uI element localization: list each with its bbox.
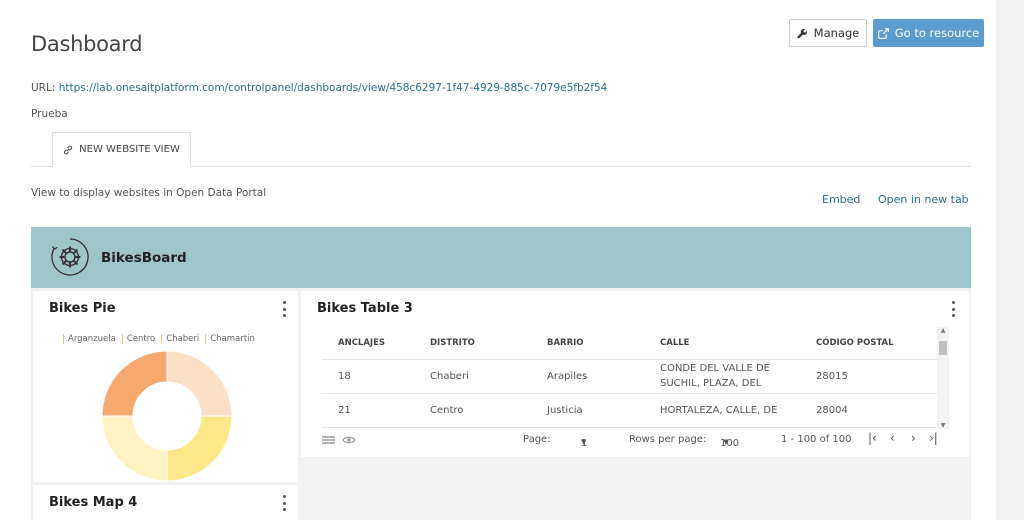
table-row[interactable]: 21 Centro Justicia HORTALEZA, CALLE, DE …: [322, 393, 937, 428]
go-to-resource-label: Go to resource: [894, 26, 980, 40]
cell-codigo-postal: 28015: [800, 359, 937, 394]
pie-title: Bikes Pie: [49, 301, 116, 316]
dashboard-header: BikesBoard: [31, 227, 971, 288]
external-link-icon: [877, 27, 889, 39]
cell-barrio: Arapiles: [531, 359, 644, 394]
table-scrollbar[interactable]: ▲ ▼: [937, 327, 949, 429]
rows-per-page-label: Rows per page:: [629, 434, 707, 445]
column-header[interactable]: CALLE: [644, 327, 800, 360]
scroll-thumb[interactable]: [939, 341, 947, 355]
dashboard-title: BikesBoard: [101, 250, 187, 266]
cell-distrito: Chaberi: [414, 359, 531, 394]
bikes-table-card: Bikes Table 3 ANCLAJES DISTRITO BARRIO C…: [301, 291, 969, 457]
bikes-map-card: Bikes Map 4: [33, 485, 298, 520]
legend-item[interactable]: Chamartin: [205, 334, 255, 344]
view-description: View to display websites in Open Data Po…: [31, 187, 267, 199]
cell-calle: CONDE DEL VALLE DE SUCHIL, PLAZA, DEL: [644, 359, 800, 394]
eye-icon[interactable]: [342, 435, 356, 445]
url-line: URL: https://lab.onesaitplatform.com/con…: [31, 82, 607, 94]
tab-bar: NEW WEBSITE VIEW: [31, 132, 971, 167]
column-header[interactable]: CÓDIGO POSTAL: [800, 327, 937, 360]
legend-item[interactable]: Centro: [121, 334, 155, 344]
main-panel: Dashboard Manage Go to resource URL: htt…: [0, 0, 996, 520]
dashboard-url-link[interactable]: https://lab.onesaitplatform.com/controlp…: [59, 82, 608, 94]
pie-options-icon[interactable]: [279, 301, 289, 317]
table-options-icon[interactable]: [948, 301, 958, 317]
data-table: ANCLAJES DISTRITO BARRIO CALLE CÓDIGO PO…: [322, 327, 937, 428]
legend-item[interactable]: Arganzuela: [63, 334, 116, 344]
gear-cycle-icon: [51, 238, 89, 276]
next-page-icon[interactable]: ›: [911, 431, 916, 445]
column-header[interactable]: BARRIO: [531, 327, 644, 360]
pie-slice-arganzuela[interactable]: [166, 350, 233, 417]
last-page-icon[interactable]: ›|: [929, 431, 938, 445]
page-label: Page:: [523, 434, 551, 445]
url-label: URL:: [31, 82, 56, 94]
bikes-pie-card: Bikes Pie Arganzuela Centro Chaberi Cham…: [33, 291, 298, 482]
scroll-down-icon[interactable]: ▼: [937, 422, 949, 429]
map-options-icon[interactable]: [279, 495, 289, 511]
prev-page-icon[interactable]: ‹: [890, 431, 895, 445]
pie-slice-centro[interactable]: [166, 415, 233, 482]
pie-slice-chamartin[interactable]: [101, 350, 168, 417]
scroll-up-icon[interactable]: ▲: [937, 327, 949, 334]
cell-calle: HORTALEZA, CALLE, DE: [644, 393, 800, 428]
rows-per-page-select[interactable]: 100 ▼: [720, 434, 739, 449]
cell-anclajes: 18: [322, 359, 414, 394]
map-title: Bikes Map 4: [49, 495, 138, 510]
wrench-icon: [797, 28, 807, 38]
column-header[interactable]: DISTRITO: [414, 327, 531, 360]
manage-button[interactable]: Manage: [789, 19, 867, 47]
open-new-tab-link[interactable]: Open in new tab: [878, 193, 969, 206]
cell-barrio: Justicia: [531, 393, 644, 428]
embedded-dashboard: BikesBoard Bikes Pie Arganzuela Centro C…: [31, 227, 971, 520]
table-title: Bikes Table 3: [317, 301, 413, 316]
link-icon: [64, 145, 73, 154]
tab-label: NEW WEBSITE VIEW: [79, 144, 180, 155]
tab-new-website-view[interactable]: NEW WEBSITE VIEW: [52, 132, 191, 167]
cell-codigo-postal: 28004: [800, 393, 937, 428]
pie-chart: [101, 350, 233, 482]
cell-anclajes: 21: [322, 393, 414, 428]
page-title: Dashboard: [31, 32, 143, 56]
pagination-range: 1 - 100 of 100: [781, 434, 852, 445]
table-header-row: ANCLAJES DISTRITO BARRIO CALLE CÓDIGO PO…: [322, 327, 937, 360]
manage-label: Manage: [813, 26, 860, 40]
resource-description: Prueba: [31, 108, 68, 120]
pie-slice-chaberi[interactable]: [101, 415, 168, 482]
pie-legend: Arganzuela Centro Chaberi Chamartin: [63, 334, 255, 344]
first-page-icon[interactable]: |‹: [868, 431, 877, 445]
go-to-resource-button[interactable]: Go to resource: [873, 19, 984, 47]
cell-distrito: Centro: [414, 393, 531, 428]
embed-link[interactable]: Embed: [822, 193, 860, 206]
table-footer: Page: 1 ▼ Rows per page: 100 ▼ 1 - 100 o…: [301, 430, 969, 452]
table-row[interactable]: 18 Chaberi Arapiles CONDE DEL VALLE DE S…: [322, 359, 937, 394]
column-header[interactable]: ANCLAJES: [322, 327, 414, 360]
legend-item[interactable]: Chaberi: [161, 334, 199, 344]
list-icon[interactable]: [322, 435, 335, 445]
